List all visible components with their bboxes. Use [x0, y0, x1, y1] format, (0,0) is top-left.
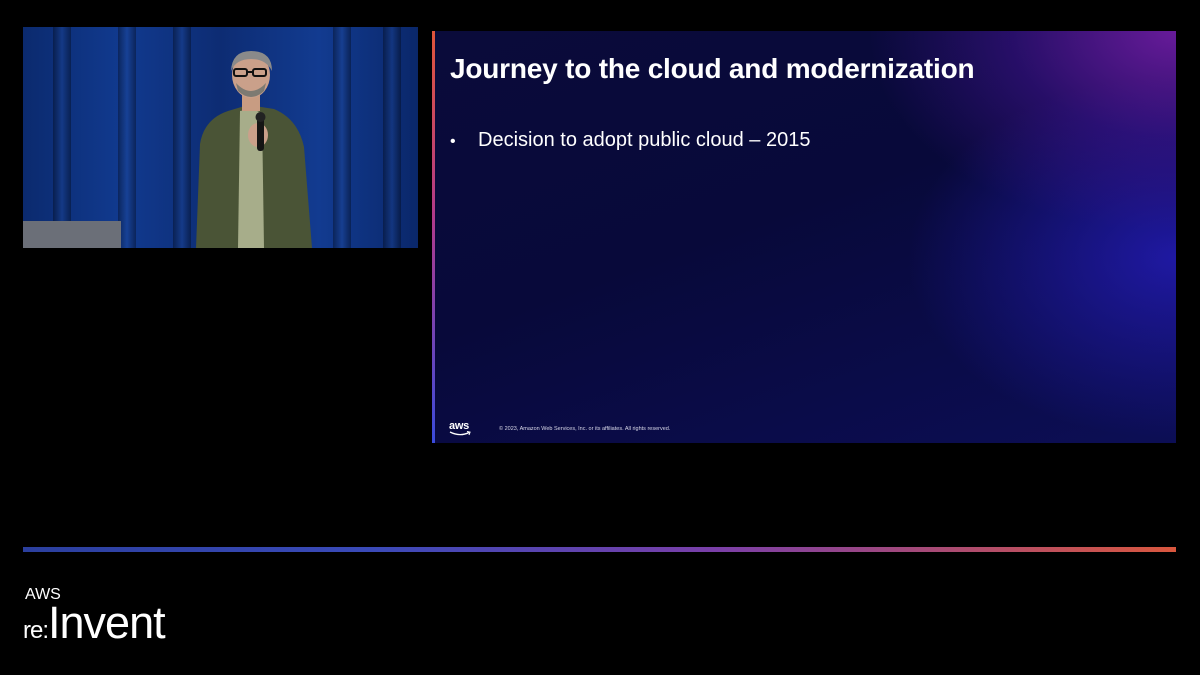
- curtain-fold: [333, 27, 351, 248]
- gradient-divider: [23, 547, 1176, 552]
- slide-bullet-list: • Decision to adopt public cloud – 2015: [450, 129, 810, 152]
- slide-bullet-item: • Decision to adopt public cloud – 2015: [450, 129, 810, 152]
- curtain-fold: [383, 27, 401, 248]
- curtain-fold: [53, 27, 71, 248]
- aws-smile-icon: [449, 431, 471, 436]
- curtain-fold: [118, 27, 136, 248]
- speaker-figure: [196, 51, 312, 248]
- brand-reinvent-wordmark: re:Invent: [23, 597, 166, 648]
- brand-invent-text: Invent: [48, 597, 166, 648]
- slide-footer: aws © 2023, Amazon Web Services, Inc. or…: [449, 420, 671, 437]
- stage: Journey to the cloud and modernization •…: [0, 0, 1200, 675]
- slide-bullet-text: Decision to adopt public cloud – 2015: [478, 129, 811, 151]
- presentation-slide: Journey to the cloud and modernization •…: [432, 31, 1176, 443]
- aws-logo-icon: aws: [449, 420, 473, 437]
- brand-re-text: re:: [23, 617, 49, 644]
- copyright-notice: © 2023, Amazon Web Services, Inc. or its…: [499, 426, 671, 432]
- slide-accent-bar: [432, 31, 435, 443]
- podium: [23, 221, 121, 248]
- bullet-icon: •: [450, 133, 456, 150]
- slide-title: Journey to the cloud and modernization: [450, 53, 975, 84]
- speaker-video: [23, 27, 418, 248]
